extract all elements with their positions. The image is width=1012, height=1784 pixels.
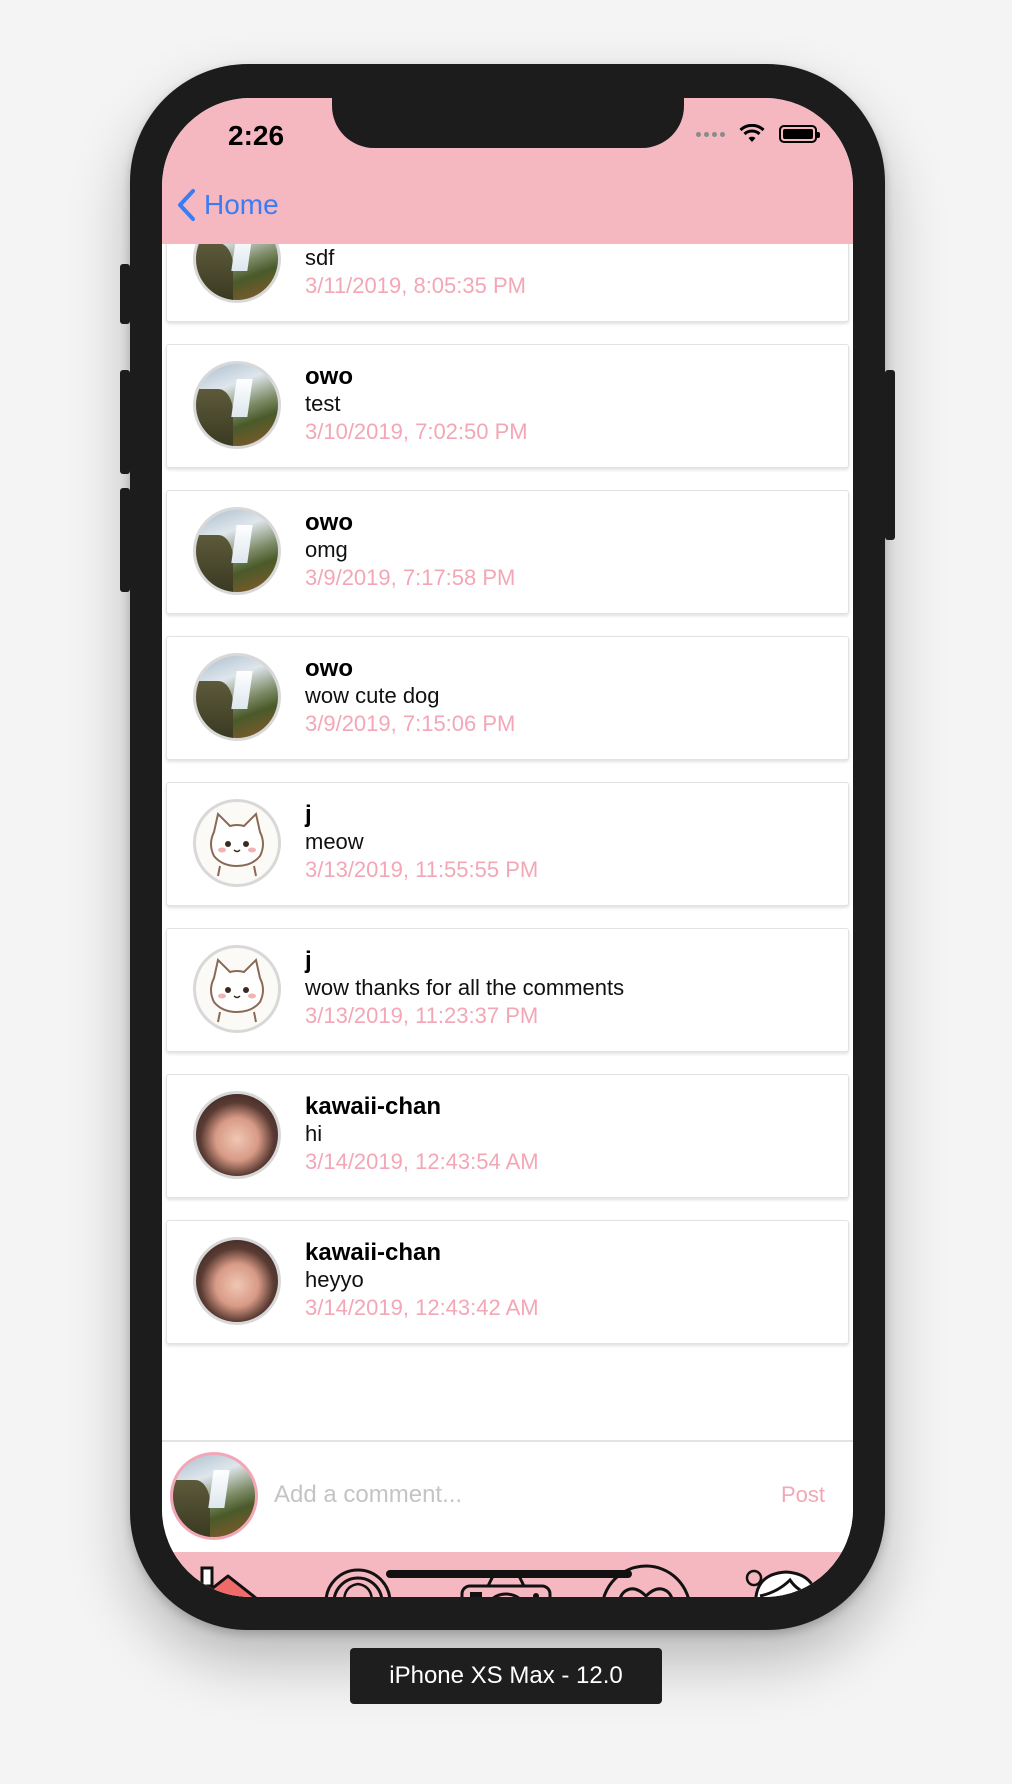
home-indicator[interactable] bbox=[386, 1570, 632, 1578]
status-icons bbox=[696, 124, 820, 144]
comment-username[interactable]: j bbox=[305, 801, 312, 829]
comment-username[interactable]: owo bbox=[305, 363, 353, 391]
comment-card: j meow 3/13/2019, 11:55:55 PM bbox=[166, 782, 849, 906]
tab-home[interactable] bbox=[180, 1562, 276, 1597]
avatar[interactable] bbox=[193, 507, 281, 595]
avatar[interactable] bbox=[193, 945, 281, 1033]
comment-timestamp: 3/14/2019, 12:43:42 AM bbox=[305, 1295, 539, 1320]
chevron-left-icon bbox=[178, 189, 195, 221]
comment-text: meow bbox=[305, 829, 364, 854]
comment-card: owo wow cute dog 3/9/2019, 7:15:06 PM bbox=[166, 636, 849, 760]
comment-text: omg bbox=[305, 537, 348, 562]
volume-down-button bbox=[120, 488, 130, 592]
volume-up-button bbox=[120, 370, 130, 474]
cat-icon bbox=[210, 812, 264, 877]
avatar[interactable] bbox=[193, 244, 281, 303]
app-screen: 2:26 Home owo sdf 3/11/2019, 8:05:35 PM bbox=[162, 98, 853, 1597]
battery-icon bbox=[779, 125, 820, 143]
nav-header: 2:26 Home bbox=[162, 98, 853, 244]
comment-username[interactable]: j bbox=[305, 947, 312, 975]
comment-text: wow thanks for all the comments bbox=[305, 975, 625, 1000]
wifi-icon bbox=[739, 124, 765, 142]
comment-username[interactable]: kawaii-chan bbox=[305, 1239, 441, 1267]
comment-timestamp: 3/14/2019, 12:43:54 AM bbox=[305, 1149, 539, 1174]
simulator-device-label: iPhone XS Max - 12.0 bbox=[350, 1648, 662, 1704]
back-button[interactable]: Home bbox=[176, 188, 279, 222]
comment-text: wow cute dog bbox=[305, 683, 440, 708]
tab-profile[interactable] bbox=[738, 1562, 834, 1597]
comment-text: sdf bbox=[305, 245, 335, 270]
comment-card: kawaii-chan hi 3/14/2019, 12:43:54 AM bbox=[166, 1074, 849, 1198]
mute-switch bbox=[120, 264, 130, 324]
power-button bbox=[885, 370, 895, 540]
avatar[interactable] bbox=[193, 1237, 281, 1325]
comment-card: j wow thanks for all the comments 3/13/2… bbox=[166, 928, 849, 1052]
comment-text: heyyo bbox=[305, 1267, 364, 1292]
comment-timestamp: 3/11/2019, 8:05:35 PM bbox=[305, 273, 526, 298]
comment-card: kawaii-chan heyyo 3/14/2019, 12:43:42 AM bbox=[166, 1220, 849, 1344]
comment-input[interactable] bbox=[272, 1474, 706, 1516]
comment-timestamp: 3/13/2019, 11:23:37 PM bbox=[305, 1003, 539, 1028]
profile-girl-icon bbox=[745, 1569, 818, 1597]
comment-username[interactable]: owo bbox=[305, 509, 353, 537]
heart-icon bbox=[602, 1564, 690, 1597]
status-time: 2:26 bbox=[228, 120, 285, 151]
comment-username[interactable]: owo bbox=[305, 655, 353, 683]
tab-search[interactable] bbox=[318, 1562, 414, 1597]
cat-icon bbox=[210, 958, 264, 1023]
avatar[interactable] bbox=[193, 1091, 281, 1179]
search-girl-icon bbox=[324, 1568, 392, 1597]
comment-card: owo sdf 3/11/2019, 8:05:35 PM bbox=[166, 244, 849, 322]
comment-timestamp: 3/13/2019, 11:55:55 PM bbox=[305, 857, 539, 882]
avatar[interactable] bbox=[193, 361, 281, 449]
post-button[interactable]: Post bbox=[781, 1482, 825, 1508]
comment-composer: Post bbox=[162, 1440, 853, 1552]
comment-username[interactable]: kawaii-chan bbox=[305, 1093, 441, 1121]
avatar[interactable] bbox=[193, 653, 281, 741]
camera-icon bbox=[460, 1572, 552, 1597]
tab-camera[interactable] bbox=[458, 1562, 554, 1597]
comment-card: owo test 3/10/2019, 7:02:50 PM bbox=[166, 344, 849, 468]
home-icon bbox=[198, 1566, 258, 1597]
comment-timestamp: 3/9/2019, 7:17:58 PM bbox=[305, 565, 516, 590]
comment-text: hi bbox=[305, 1121, 323, 1146]
device-notch bbox=[332, 98, 684, 148]
comment-timestamp: 3/10/2019, 7:02:50 PM bbox=[305, 419, 528, 444]
tab-likes[interactable] bbox=[598, 1562, 694, 1597]
comment-text: test bbox=[305, 391, 341, 416]
signal-icon bbox=[696, 131, 725, 137]
avatar[interactable] bbox=[193, 799, 281, 887]
comment-card: owo omg 3/9/2019, 7:17:58 PM bbox=[166, 490, 849, 614]
comment-list[interactable]: owo sdf 3/11/2019, 8:05:35 PM owo test 3… bbox=[162, 244, 853, 1440]
back-button-label: Home bbox=[204, 189, 279, 220]
comment-timestamp: 3/9/2019, 7:15:06 PM bbox=[305, 711, 516, 736]
current-user-avatar bbox=[170, 1452, 258, 1540]
